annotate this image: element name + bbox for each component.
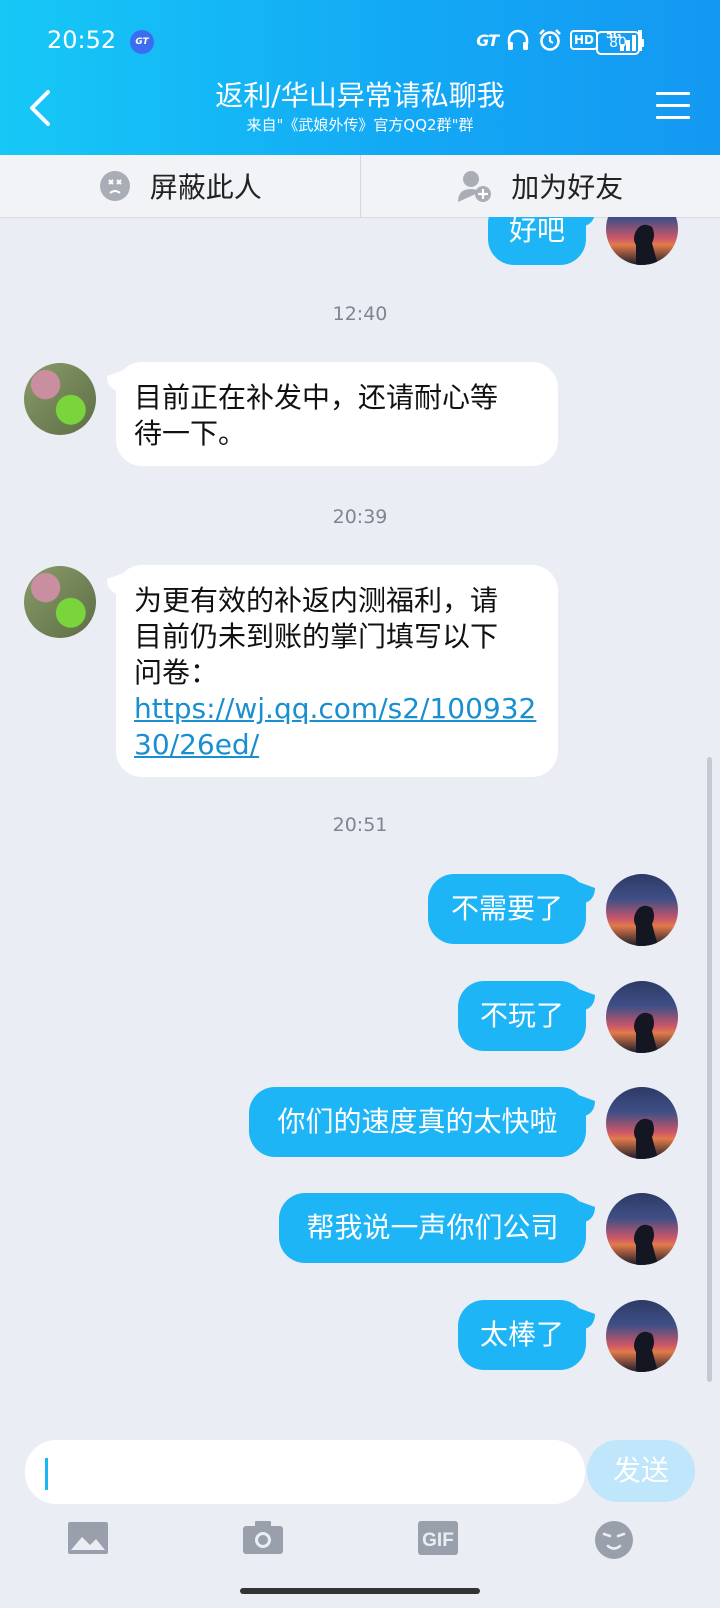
survey-link[interactable]: https://wj.qq.com/s2/100932 30/26ed/ [134,691,540,763]
avatar[interactable] [606,981,678,1053]
camera-button[interactable] [243,1520,287,1564]
message-input[interactable] [25,1440,585,1504]
timestamp: 12:40 [332,303,388,325]
text-cursor [45,1458,48,1490]
avatar[interactable] [24,566,96,638]
timestamp: 20:39 [332,506,388,528]
hd-badge: HD [569,30,598,50]
block-user-label: 屏蔽此人 [149,171,262,204]
message-bubble-sent[interactable]: 太棒了 [458,1300,586,1370]
survey-link-line: 30/26ed/ [134,728,260,761]
menu-icon-line [656,92,690,95]
action-bar: 屏蔽此人 加为好友 [0,155,720,218]
menu-icon-line [656,104,690,107]
add-friend-label: 加为好友 [511,171,624,204]
message-line: 目前正在补发中，还请耐心等 [134,381,499,414]
chevron-left-icon [30,90,50,126]
message-bubble-sent[interactable]: 你们的速度真的太快啦 [249,1087,586,1157]
add-friend-button[interactable]: 加为好友 [361,155,720,217]
image-button[interactable] [68,1520,112,1564]
avatar[interactable] [606,1193,678,1265]
back-button[interactable] [22,86,62,130]
gt-badge-icon: GT [130,30,154,54]
menu-icon-line [656,116,690,119]
message-line: 待一下。 [134,417,247,450]
message-text: 你们的速度真的太快啦 [277,1105,558,1138]
message-bubble-sent[interactable]: 不需要了 [428,874,586,944]
image-icon [68,1522,108,1554]
svg-text:GIF: GIF [422,1530,454,1551]
menu-button[interactable] [656,92,690,122]
message-bubble-sent[interactable]: 不玩了 [458,981,586,1051]
input-bar: 发送 GIF [0,1422,720,1608]
message-line: 为更有效的补返内测福利，请 [134,584,499,617]
avatar[interactable] [606,217,678,265]
status-time: 20:52 [47,26,117,54]
message-text: 太棒了 [479,1318,564,1351]
emoji-icon [595,1521,633,1559]
block-icon [99,171,130,201]
status-bar: 20:52 GT GT HD 5G 80 [0,18,720,66]
battery-indicator: 80 [596,31,644,55]
avatar[interactable] [606,1087,678,1159]
message-bubble-received[interactable]: 为更有效的补返内测福利，请 目前仍未到账的掌门填写以下 问卷： https://… [116,565,558,777]
message-text: 好吧 [508,217,565,247]
avatar[interactable] [24,363,96,435]
network-badge: GT [476,30,499,50]
home-indicator[interactable] [240,1588,480,1594]
message-text: 帮我说一声你们公司 [306,1211,559,1244]
page-subtitle: 来自"《武娘外传》官方QQ2群"群 [246,116,474,134]
gif-button[interactable]: GIF [418,1520,462,1564]
message-line: 目前仍未到账的掌门填写以下 [134,620,499,653]
message-text: 不玩了 [479,999,564,1032]
chat-header: 20:52 GT GT HD 5G 80 返利/华山异常请私聊我 来自"《武娘外… [0,0,720,155]
message-bubble-sent[interactable]: 帮我说一声你们公司 [279,1193,586,1263]
send-button[interactable]: 发送 [587,1440,695,1502]
avatar[interactable] [606,1300,678,1372]
camera-icon [243,1521,283,1554]
block-user-button[interactable]: 屏蔽此人 [0,155,361,217]
message-bubble-received[interactable]: 目前正在补发中，还请耐心等 待一下。 [116,362,558,466]
message-text: 不需要了 [450,892,563,925]
chat-scrollbar[interactable] [707,757,712,1382]
alarm-icon [538,28,562,52]
message-line: 问卷： [134,656,219,689]
title-block: 返利/华山异常请私聊我 来自"《武娘外传》官方QQ2群"群 [120,78,600,136]
add-friend-icon [458,171,492,202]
gif-icon: GIF [418,1521,458,1555]
input-toolbar: GIF [0,1520,720,1570]
survey-link-line: https://wj.qq.com/s2/100932 [134,692,537,725]
headphones-icon [506,29,530,51]
emoji-button[interactable] [594,1520,638,1564]
chat-area[interactable]: 好吧 12:40 目前正在补发中，还请耐心等 待一下。 20:39 为更有效的补… [0,217,720,1422]
timestamp: 20:51 [332,814,388,836]
avatar[interactable] [606,874,678,946]
message-bubble-sent[interactable]: 好吧 [488,217,586,265]
page-title: 返利/华山异常请私聊我 [215,79,505,112]
